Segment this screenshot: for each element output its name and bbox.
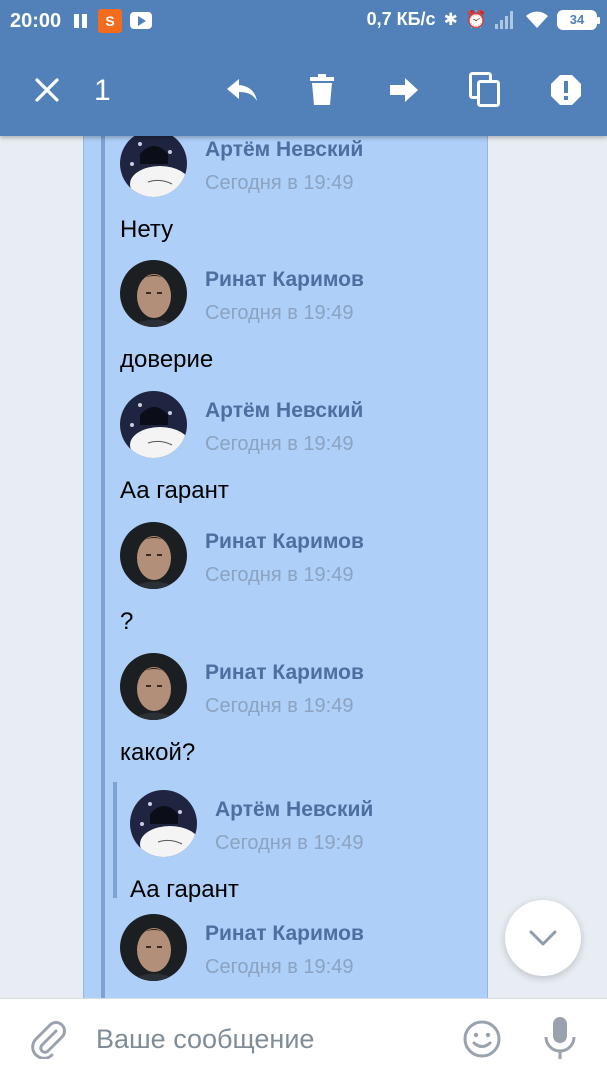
message-time: Сегодня в 19:49 <box>205 302 354 324</box>
app-notification-icon: S <box>98 9 122 33</box>
author-name[interactable]: Ринат Каримов <box>205 530 364 554</box>
close-icon[interactable] <box>23 66 71 114</box>
copy-icon[interactable] <box>461 66 509 114</box>
chevron-down-icon <box>529 930 557 946</box>
forward-icon[interactable] <box>380 66 428 114</box>
forwarded-quote-bar <box>101 136 105 998</box>
message-composer: Ваше сообщение <box>0 998 607 1080</box>
reply-icon[interactable] <box>218 66 266 114</box>
signal-icon <box>495 10 517 29</box>
nested-quote-bar <box>113 782 117 898</box>
message-text: какой? <box>120 739 196 766</box>
avatar[interactable] <box>120 260 187 327</box>
avatar[interactable] <box>130 790 197 857</box>
message-time: Сегодня в 19:49 <box>205 433 354 455</box>
pause-icon <box>72 12 88 30</box>
scroll-down-button[interactable] <box>505 900 581 976</box>
message-time: Сегодня в 19:49 <box>205 956 354 978</box>
bluetooth-icon: ✱ <box>443 9 458 30</box>
youtube-icon <box>130 12 152 29</box>
wifi-icon <box>526 11 548 28</box>
delete-icon[interactable] <box>298 66 346 114</box>
message-time: Сегодня в 19:49 <box>205 172 354 194</box>
message-time: Сегодня в 19:49 <box>205 564 354 586</box>
author-name[interactable]: Ринат Каримов <box>205 661 364 685</box>
message-text: Аа гарант <box>130 876 239 903</box>
author-name[interactable]: Артём Невский <box>205 138 363 162</box>
message-time: Сегодня в 19:49 <box>205 695 354 717</box>
alarm-icon: ⏰ <box>465 9 487 30</box>
message-text: Нету <box>120 216 174 243</box>
emoji-icon[interactable] <box>462 1019 502 1059</box>
battery-icon: 34 <box>557 9 600 30</box>
attach-icon[interactable] <box>28 1019 68 1060</box>
chat-area[interactable]: Артём Невский Сегодня в 19:49 Нету Ринат… <box>0 136 607 998</box>
avatar[interactable] <box>120 391 187 458</box>
author-name[interactable]: Ринат Каримов <box>205 922 364 946</box>
message-text: доверие <box>120 346 214 373</box>
network-speed: 0,7 КБ/с <box>366 9 436 29</box>
selection-toolbar: 1 <box>0 44 607 136</box>
avatar[interactable] <box>120 914 187 981</box>
report-icon[interactable] <box>542 66 590 114</box>
avatar[interactable] <box>120 653 187 720</box>
author-name[interactable]: Ринат Каримов <box>205 268 364 292</box>
author-name[interactable]: Артём Невский <box>205 399 363 423</box>
top-bar: 20:00 S 0,7 КБ/с ✱ ⏰ 34 1 <box>0 0 607 136</box>
selected-count: 1 <box>94 74 111 107</box>
status-time: 20:00 <box>10 10 62 32</box>
status-right: 0,7 КБ/с ✱ ⏰ 34 <box>366 9 600 30</box>
status-bar: 20:00 S 0,7 КБ/с ✱ ⏰ 34 <box>0 0 607 44</box>
author-name[interactable]: Артём Невский <box>215 798 373 822</box>
message-input[interactable]: Ваше сообщение <box>96 1024 314 1055</box>
avatar[interactable] <box>120 522 187 589</box>
message-time: Сегодня в 19:49 <box>215 832 364 854</box>
message-text: Аа гарант <box>120 477 229 504</box>
microphone-icon[interactable] <box>540 1015 580 1063</box>
message-text: ? <box>120 608 134 635</box>
